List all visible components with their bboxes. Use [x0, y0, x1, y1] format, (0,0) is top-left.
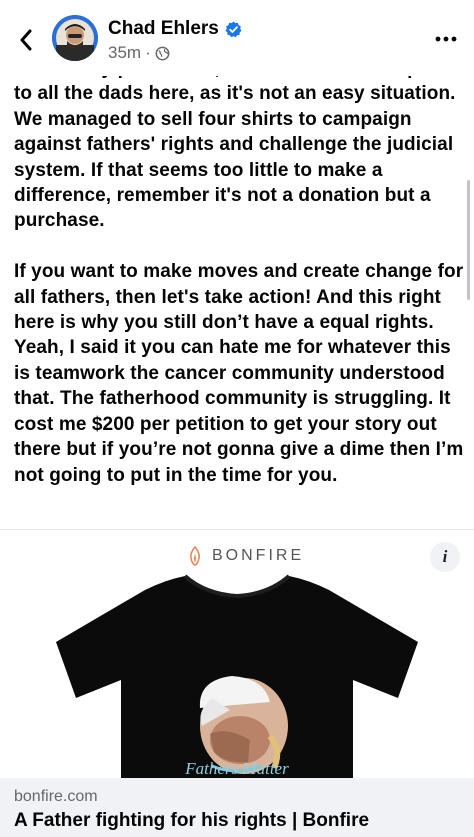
chevron-left-icon	[20, 29, 32, 51]
link-preview-image[interactable]: BONFIRE i Fathers Matter	[0, 530, 474, 778]
link-preview-card[interactable]: BONFIRE i Fathers Matter bonfire.com A F	[0, 530, 474, 837]
tshirt-image: Fathers Matter	[56, 574, 418, 778]
back-button[interactable]	[10, 22, 42, 58]
post-body-text: t out of my pocket. So, let's show some …	[14, 76, 464, 486]
globe-icon	[155, 46, 170, 60]
author-name[interactable]: Chad Ehlers	[108, 18, 219, 40]
avatar[interactable]	[52, 15, 98, 61]
timestamp[interactable]: 35m	[108, 43, 141, 63]
link-domain: bonfire.com	[14, 788, 98, 805]
meta-separator: ·	[145, 43, 151, 62]
scrollbar[interactable]	[467, 180, 470, 300]
link-card-footer[interactable]: bonfire.com A Father fighting for his ri…	[0, 778, 474, 837]
author-row: Chad Ehlers	[108, 18, 242, 40]
post-header: Chad Ehlers 35m ·	[0, 0, 474, 76]
more-dots-icon	[435, 36, 457, 42]
post-meta: 35m ·	[108, 43, 170, 63]
tshirt-slogan: Fathers Matter	[184, 759, 289, 778]
verified-badge-icon	[225, 21, 242, 37]
more-options-button[interactable]	[428, 26, 464, 52]
avatar-image	[52, 15, 98, 61]
link-title[interactable]: A Father fighting for his rights | Bonfi…	[14, 810, 369, 832]
